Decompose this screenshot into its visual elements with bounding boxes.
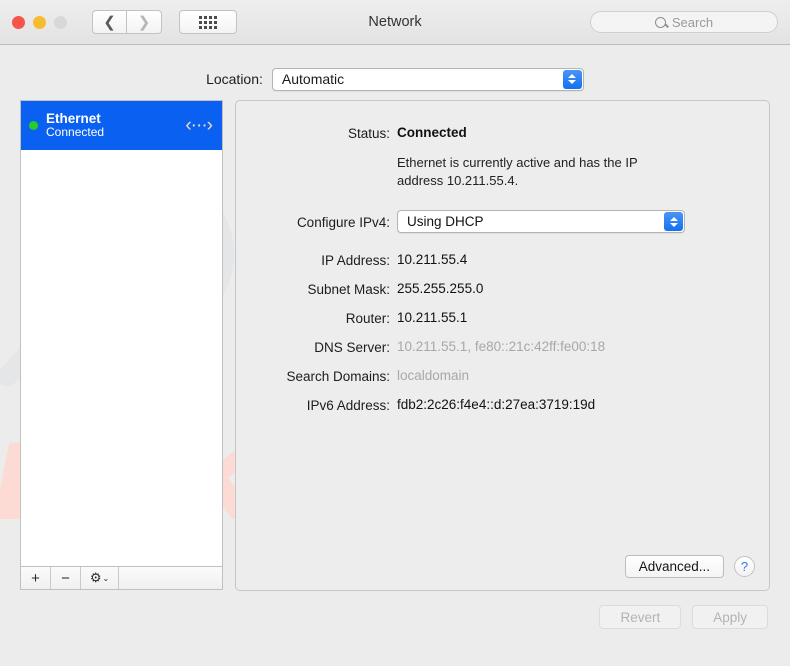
service-options-button[interactable]: ⚙ ⌄ xyxy=(81,567,119,589)
status-indicator-dot xyxy=(29,121,38,130)
remove-service-button[interactable]: − xyxy=(51,567,81,589)
ip-address-value: 10.211.55.4 xyxy=(397,252,468,268)
search-input[interactable]: Search xyxy=(590,11,778,33)
status-description: Ethernet is currently active and has the… xyxy=(397,155,638,188)
service-status: Connected xyxy=(46,125,105,140)
status-value: Connected xyxy=(397,125,467,140)
search-placeholder: Search xyxy=(671,14,714,30)
zoom-button xyxy=(54,15,67,29)
detail-footer: Advanced... ? xyxy=(624,555,755,578)
subnet-mask-label: Subnet Mask: xyxy=(307,282,390,298)
chevron-updown-icon xyxy=(664,212,683,232)
router-label: Router: xyxy=(345,311,390,327)
search-domains-label: Search Domains: xyxy=(286,369,390,385)
back-button[interactable]: ❮ xyxy=(92,10,127,34)
minimize-button[interactable] xyxy=(33,15,46,29)
router-field: Router: 10.211.55.1 xyxy=(236,310,769,326)
location-label: Location: xyxy=(206,71,263,87)
navigation-buttons: ❮ ❯ xyxy=(92,10,162,34)
dns-server-label: DNS Server: xyxy=(314,340,390,356)
status-label: Status: xyxy=(347,126,390,141)
chevron-right-icon: ❯ xyxy=(137,13,151,31)
dns-server-value: 10.211.55.1, fe80::21c:42ff:fe00:18 xyxy=(397,339,606,355)
ip-address-label: IP Address: xyxy=(321,253,390,269)
chevron-down-icon: ⌄ xyxy=(102,573,110,583)
detail-field-list: IP Address: 10.211.55.4 Subnet Mask: 255… xyxy=(236,252,769,413)
revert-button[interactable]: Revert xyxy=(599,605,682,629)
configure-ipv4-label: Configure IPv4: xyxy=(296,214,390,230)
forward-button[interactable]: ❯ xyxy=(127,10,162,34)
window-titlebar: ❮ ❯ Network Search xyxy=(0,0,790,45)
ethernet-icon: ‹···› xyxy=(185,114,213,136)
ipv6-address-label: IPv6 Address: xyxy=(306,398,390,414)
window-action-bar: Revert Apply xyxy=(0,591,790,629)
grid-dots-icon xyxy=(199,15,217,29)
main-content: Ethernet Connected ‹···› + − ⚙ ⌄ Status:… xyxy=(0,100,790,591)
chevron-updown-icon xyxy=(562,69,582,89)
location-select[interactable]: Automatic xyxy=(271,67,584,91)
location-value: Automatic xyxy=(281,71,345,87)
advanced-button[interactable]: Advanced... xyxy=(624,555,724,578)
search-domains-field: Search Domains: localdomain xyxy=(236,368,769,384)
service-name: Ethernet xyxy=(46,110,101,126)
search-icon xyxy=(654,16,666,28)
apply-button[interactable]: Apply xyxy=(692,605,768,629)
subnet-mask-value: 255.255.255.0 xyxy=(397,281,484,297)
search-domains-value: localdomain xyxy=(397,368,470,384)
network-service-list: Ethernet Connected ‹···› + − ⚙ ⌄ xyxy=(20,100,223,591)
help-button[interactable]: ? xyxy=(734,556,755,577)
dns-server-field: DNS Server: 10.211.55.1, fe80::21c:42ff:… xyxy=(236,339,769,355)
traffic-lights xyxy=(12,15,67,29)
configure-ipv4-select[interactable]: Using DHCP xyxy=(397,210,685,234)
configure-ipv4-value: Using DHCP xyxy=(407,214,484,230)
status-field: Status: Connected xyxy=(236,125,769,141)
add-service-button[interactable]: + xyxy=(21,567,51,589)
close-button[interactable] xyxy=(12,15,25,29)
gear-icon: ⚙ xyxy=(89,570,102,585)
configure-ipv4-field: Configure IPv4: Using DHCP xyxy=(236,210,769,234)
service-detail-panel: Status: Connected Ethernet is currently … xyxy=(235,100,770,591)
ipv6-address-value: fdb2:2c26:f4e4::d:27ea:3719:19d xyxy=(397,397,596,413)
location-row: Location: Automatic xyxy=(0,58,790,100)
subnet-mask-field: Subnet Mask: 255.255.255.0 xyxy=(236,281,769,297)
ip-address-field: IP Address: 10.211.55.4 xyxy=(236,252,769,268)
service-list-toolbar: + − ⚙ ⌄ xyxy=(20,566,223,590)
service-row-ethernet[interactable]: Ethernet Connected ‹···› xyxy=(21,101,222,150)
show-all-button[interactable] xyxy=(179,10,237,34)
router-value: 10.211.55.1 xyxy=(397,310,468,326)
chevron-left-icon: ❮ xyxy=(103,13,116,31)
toolbar-filler xyxy=(119,567,222,589)
ipv6-address-field: IPv6 Address: fdb2:2c26:f4e4::d:27ea:371… xyxy=(236,397,769,413)
service-list-scroll[interactable]: Ethernet Connected ‹···› xyxy=(20,100,223,566)
